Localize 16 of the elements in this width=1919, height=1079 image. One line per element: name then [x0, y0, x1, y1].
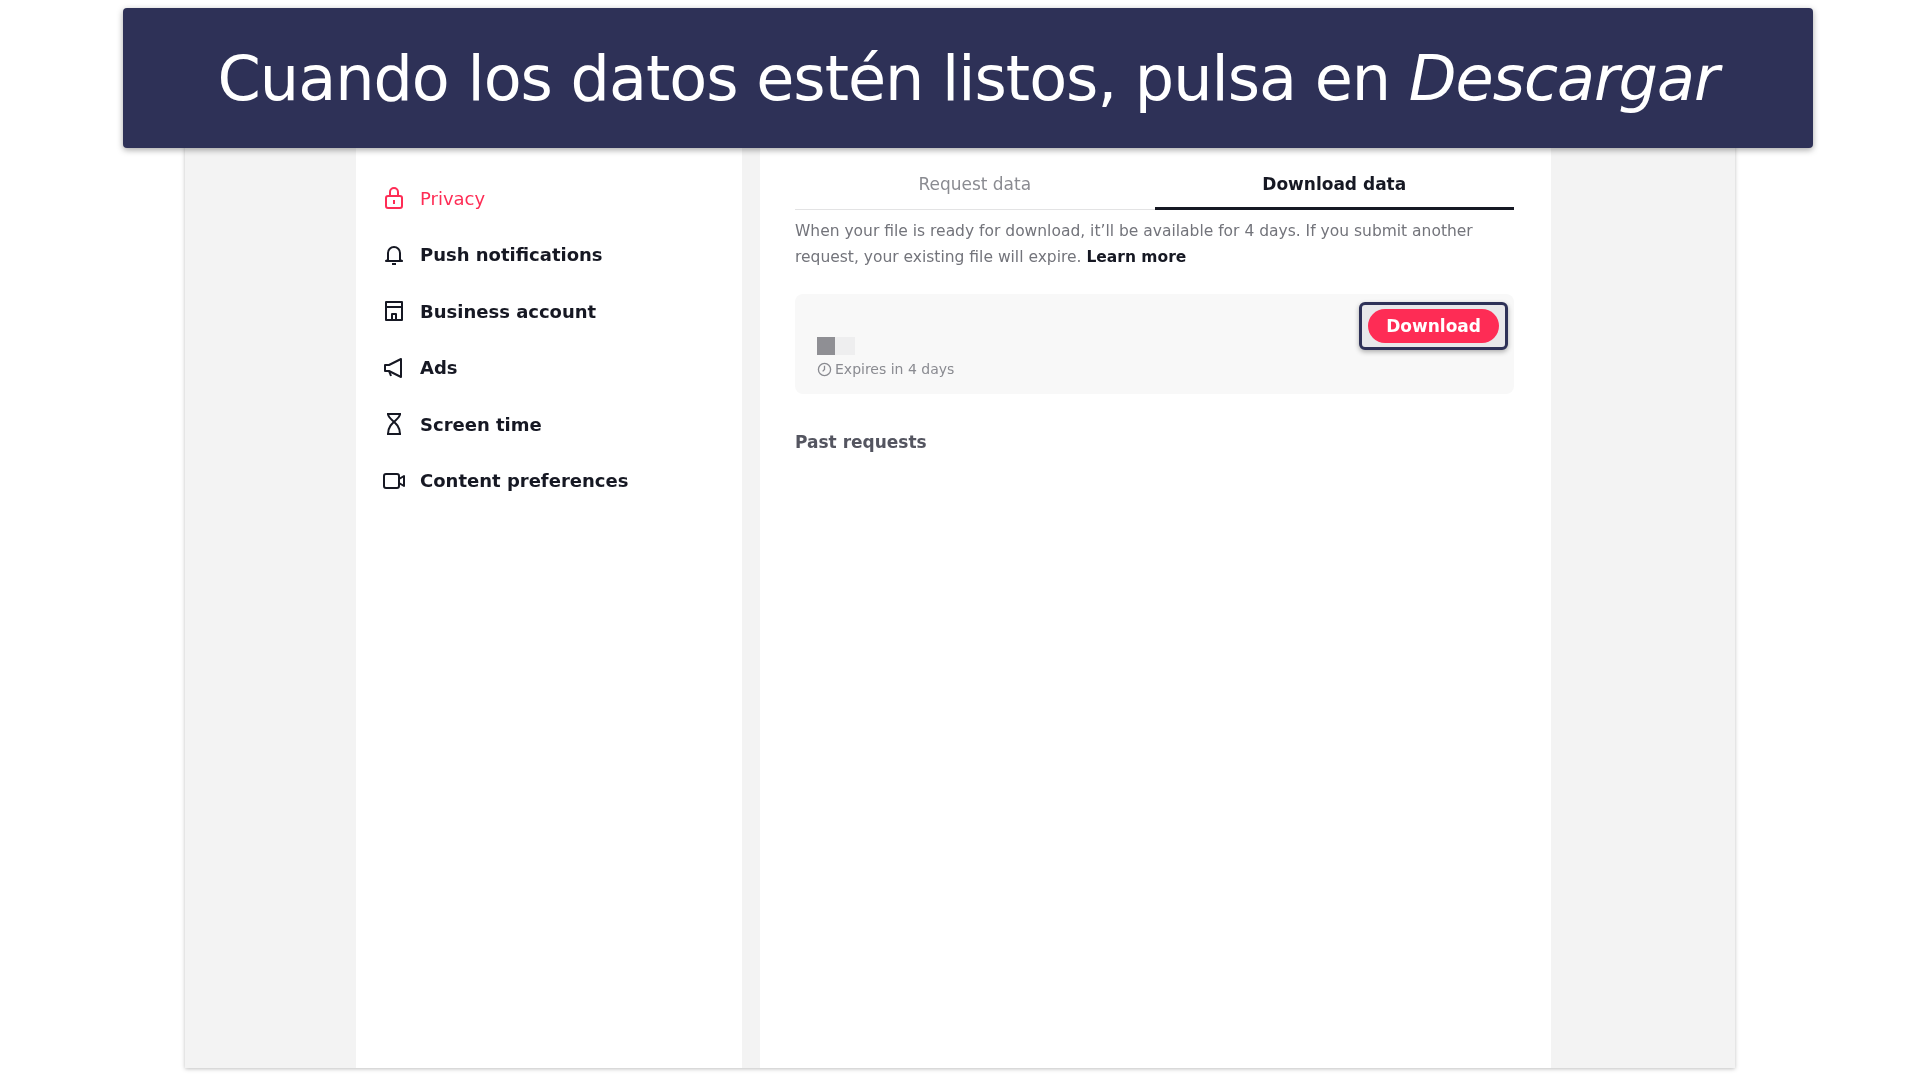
sidebar-item[interactable]: Screen time	[356, 396, 742, 453]
info-text: When your file is ready for download, it’ll be available for 4 days. If you submit another request, your existing file will expire. Learn more	[795, 221, 1474, 268]
download-button[interactable]: Download	[1368, 309, 1499, 343]
clock-icon	[817, 361, 832, 377]
lock-icon	[382, 186, 406, 211]
section-heading: Past requests	[795, 432, 928, 452]
sidebar-item[interactable]: Privacy	[356, 170, 742, 227]
sidebar-item[interactable]: Business account	[356, 283, 742, 340]
redacted-file-icon	[817, 337, 855, 355]
sidebar-item[interactable]: Push notifications	[356, 226, 742, 283]
learn-more-link[interactable]: Learn more	[1086, 248, 1187, 266]
tab[interactable]: Download data	[1154, 166, 1514, 210]
sidebar-item[interactable]: Content preferences	[356, 452, 742, 509]
expiry-text: Expires in 4 days	[817, 361, 955, 377]
store-icon	[382, 299, 406, 324]
sidebar-item[interactable]: Ads	[356, 339, 742, 396]
